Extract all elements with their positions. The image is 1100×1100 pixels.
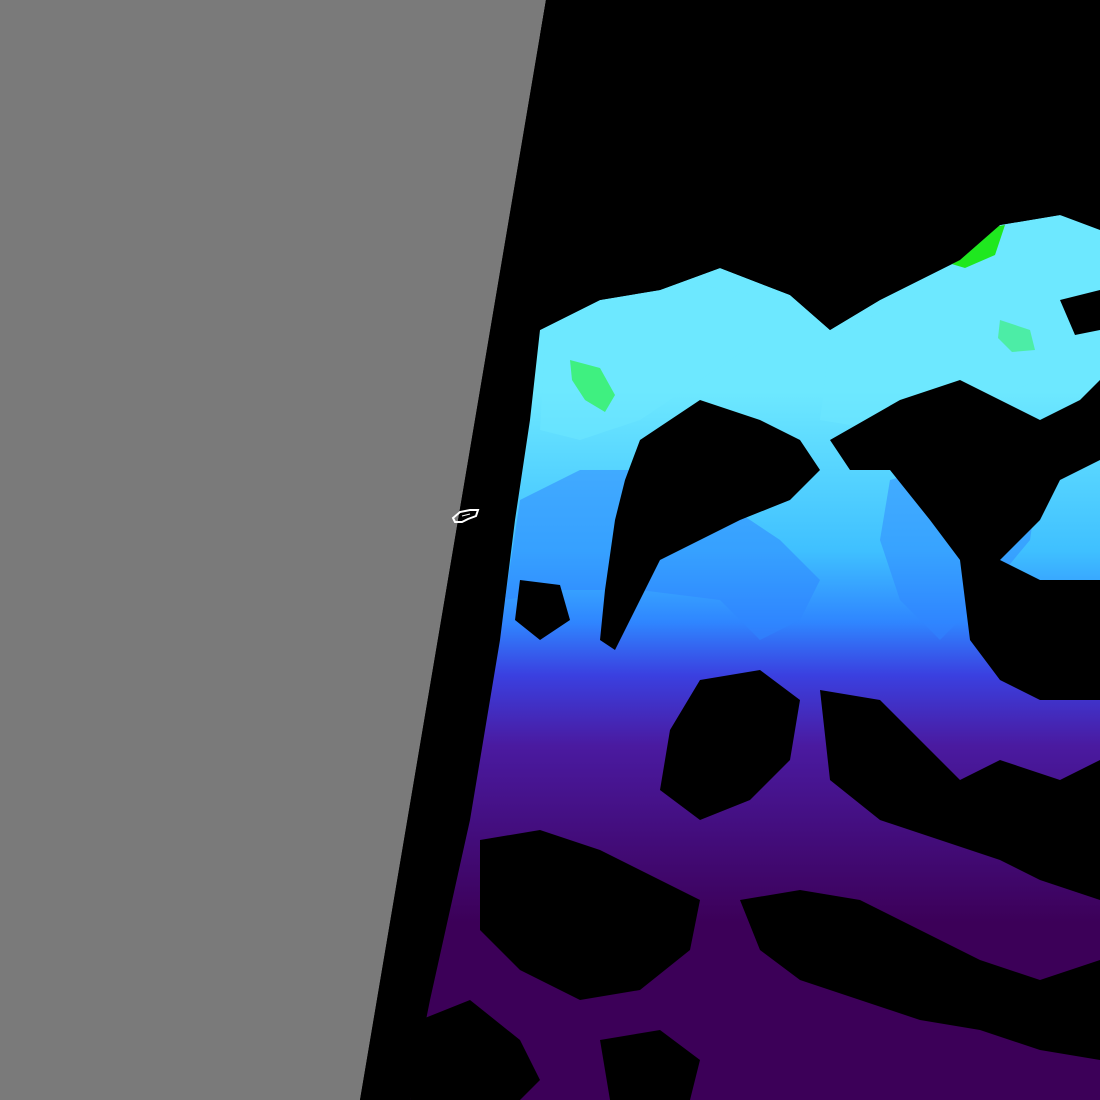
satellite-swath-scene: [0, 0, 1100, 1100]
